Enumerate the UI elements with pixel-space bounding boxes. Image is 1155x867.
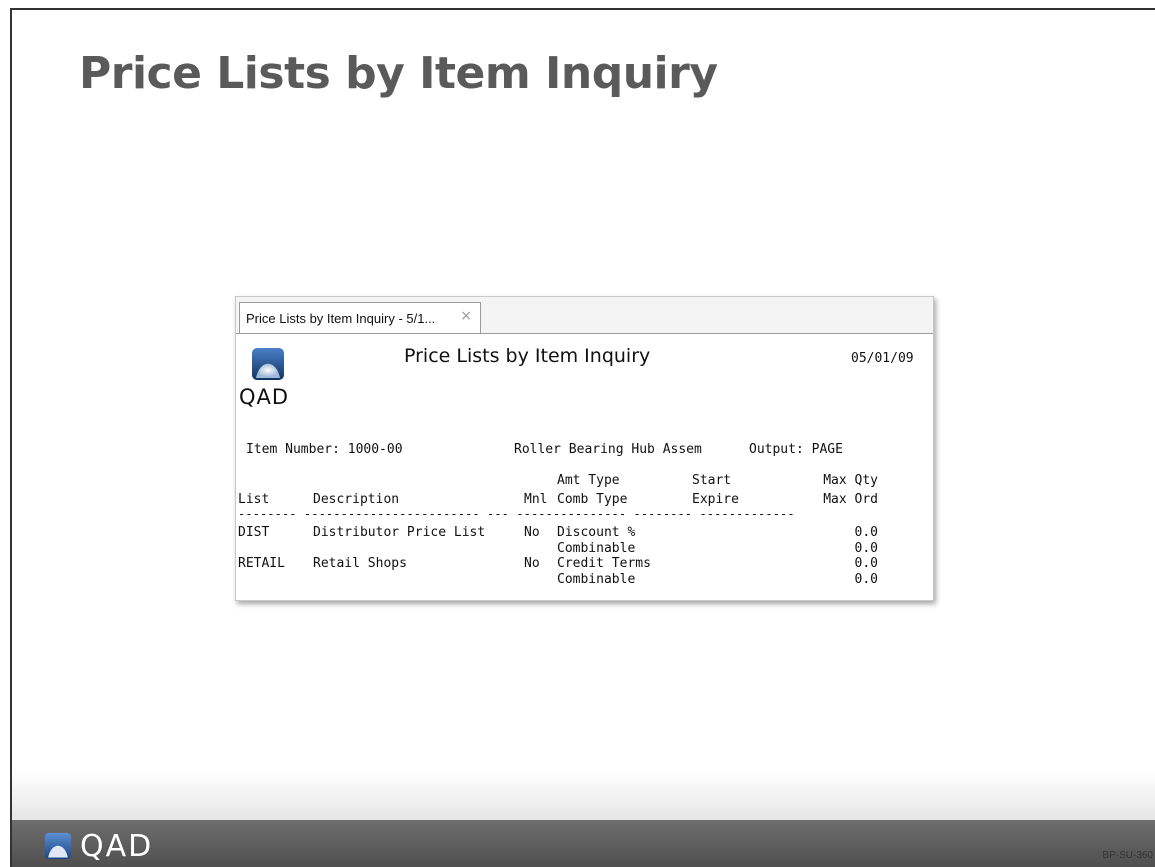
header-max-qty: Max Qty — [823, 473, 878, 488]
header-amt-type: Amt Type — [557, 473, 620, 488]
row-max-ord: 0.0 — [854, 572, 878, 587]
footer-bar — [12, 820, 1155, 867]
row-max-qty: 0.0 — [854, 556, 878, 571]
header-underline: -------- ------------------------ --- --… — [238, 507, 795, 521]
row-amt-type: Discount % — [557, 525, 636, 540]
tab-label: Price Lists by Item Inquiry - 5/1... — [246, 310, 436, 326]
row-description: Retail Shops — [313, 556, 407, 571]
tab-strip: Price Lists by Item Inquiry - 5/1... × — [236, 297, 933, 334]
footer-logo: QAD — [44, 828, 154, 864]
item-description: Roller Bearing Hub Assem — [514, 442, 702, 457]
close-icon[interactable]: × — [460, 308, 472, 324]
row-mnl: No — [524, 525, 540, 540]
row-comb-type: Combinable — [557, 572, 636, 587]
footer-logo-text: QAD — [80, 828, 154, 864]
tab-price-lists-by-item-inquiry[interactable]: Price Lists by Item Inquiry - 5/1... × — [239, 302, 481, 333]
footer-gradient — [12, 770, 1155, 820]
row-max-ord: 0.0 — [854, 541, 878, 556]
qad-logo-icon — [252, 348, 284, 380]
row-max-qty: 0.0 — [854, 525, 878, 540]
slide-code: BP-SU-360 — [1102, 850, 1153, 861]
row-amt-type: Credit Terms — [557, 556, 651, 571]
inquiry-window: Price Lists by Item Inquiry - 5/1... × Q… — [235, 296, 934, 601]
row-description: Distributor Price List — [313, 525, 486, 540]
item-number: Item Number: 1000-00 — [246, 442, 403, 457]
row-comb-type: Combinable — [557, 541, 636, 556]
header-max-ord: Max Ord — [823, 492, 878, 507]
row-list: RETAIL — [238, 556, 285, 571]
report-date: 05/01/09 — [851, 351, 914, 366]
header-start: Start — [692, 473, 732, 488]
output-setting: Output: PAGE — [749, 442, 843, 457]
logo-text: QAD — [239, 385, 290, 409]
row-list: DIST — [238, 525, 270, 540]
qad-logo-icon — [44, 832, 72, 860]
slide-title: Price Lists by Item Inquiry — [79, 48, 718, 99]
report-title: Price Lists by Item Inquiry — [404, 345, 651, 367]
row-mnl: No — [524, 556, 540, 571]
